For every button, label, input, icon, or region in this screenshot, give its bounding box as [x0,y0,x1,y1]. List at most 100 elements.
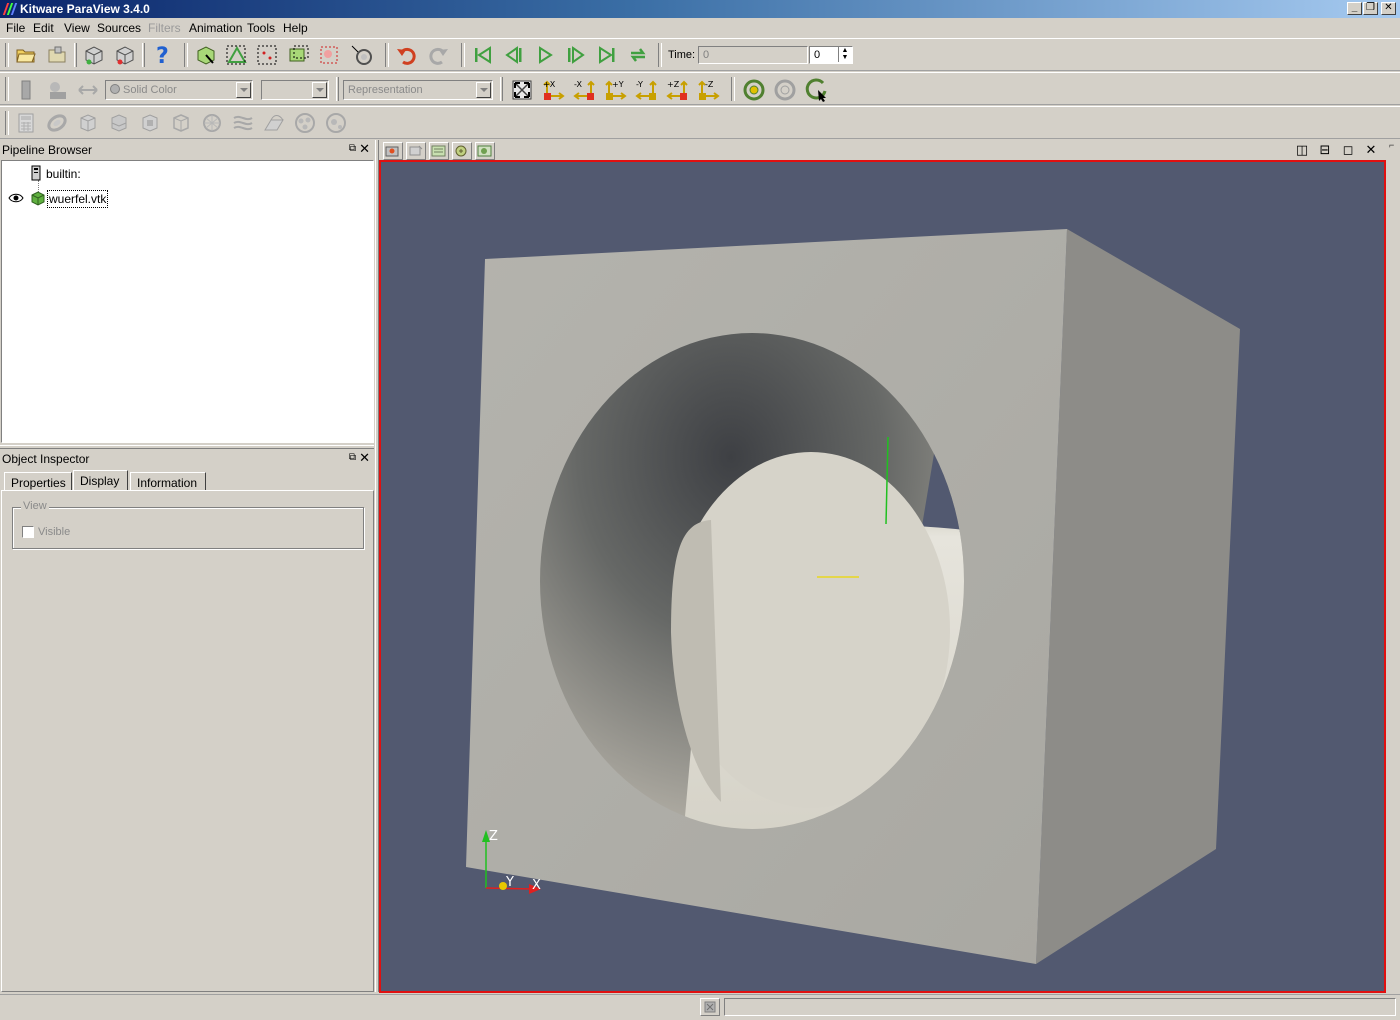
pipeline-item-label: wuerfel.vtk [47,190,109,208]
view-plus-z-icon[interactable]: +Z [665,78,689,102]
visible-checkbox[interactable] [22,526,34,538]
extract-level-icon[interactable] [324,111,348,135]
plus-z-label: +Z [667,80,680,89]
toggle-color-legend-icon[interactable] [14,78,38,102]
help-icon[interactable]: ? [150,43,174,67]
close-dock-icon[interactable]: ✕ [359,450,370,466]
pipeline-item-wuerfel[interactable]: wuerfel.vtk [6,190,206,208]
render-view-3d[interactable]: Z Y X [379,160,1386,993]
select-block-icon[interactable] [318,43,342,67]
close-window-button[interactable]: ✕ [1381,2,1396,15]
select-points-on-icon[interactable] [225,43,249,67]
first-frame-icon[interactable] [471,43,495,67]
connect-server-icon[interactable] [82,43,106,67]
group-datasets-icon[interactable] [293,111,317,135]
view-minus-z-icon[interactable]: -Z [696,78,720,102]
time-value-field[interactable]: 0 [698,46,808,64]
float-dock-icon[interactable]: ⧉ [349,452,356,463]
dataset-cube-icon [30,190,46,209]
menu-animation[interactable]: Animation [189,21,242,35]
camera-undo-icon[interactable] [406,142,426,160]
disconnect-server-icon[interactable] [113,43,137,67]
glyph-icon[interactable] [200,111,224,135]
eye-visibility-icon[interactable] [8,192,24,207]
undo-icon[interactable] [395,43,419,67]
close-dock-icon[interactable]: ✕ [359,141,370,157]
capture-screenshot-icon[interactable] [383,142,403,160]
svg-text:?: ? [156,44,169,66]
menu-file[interactable]: File [6,21,25,35]
dock-splitter[interactable] [0,445,374,449]
time-step-spinbox[interactable]: 0 ▲ ▼ [809,46,853,64]
maximize-view-icon[interactable]: ◻ [1337,142,1359,160]
extract-subset-icon[interactable] [169,111,193,135]
rescale-range-icon[interactable] [76,78,100,102]
representation-combo[interactable]: Representation [343,80,493,100]
progress-abort-button[interactable] [700,998,720,1016]
menu-filters[interactable]: Filters [148,21,181,35]
warp-by-vector-icon[interactable] [262,111,286,135]
object-inspector-header: Object Inspector ⧉ ✕ [0,450,374,467]
reset-center-icon[interactable] [773,78,797,102]
close-view-icon[interactable]: ✕ [1360,142,1382,160]
component-combo[interactable] [261,80,329,100]
show-center-icon[interactable] [742,78,766,102]
select-points-through-icon[interactable] [256,43,280,67]
camera-link-icon[interactable] [452,142,472,160]
view-plus-y-icon[interactable]: +Y [603,78,627,102]
open-file-icon[interactable] [14,43,38,67]
save-state-icon[interactable] [45,43,69,67]
tab-information[interactable]: Information [130,472,206,491]
spin-arrows-icon[interactable]: ▲ ▼ [838,47,851,62]
select-cells-on-icon[interactable] [194,43,218,67]
last-frame-icon[interactable] [595,43,619,67]
reset-camera-icon[interactable] [510,78,534,102]
custom-view-icon[interactable] [475,142,495,160]
redo-icon[interactable] [426,43,450,67]
interactive-select-icon[interactable] [350,43,374,67]
view-group-title: View [21,500,49,512]
select-cells-through-icon[interactable] [287,43,311,67]
calculator-icon[interactable] [14,111,38,135]
tab-display[interactable]: Display [73,470,128,491]
next-frame-icon[interactable] [564,43,588,67]
minimize-button[interactable]: _ [1347,2,1362,15]
status-bar [0,994,1400,1020]
view-minus-y-icon[interactable]: -Y [634,78,658,102]
restore-button[interactable]: ❐ [1363,2,1378,15]
axis-z-label: Z [489,829,498,844]
pipeline-item-label: builtin: [46,167,81,181]
slice-icon[interactable] [107,111,131,135]
menu-sources[interactable]: Sources [97,21,141,35]
split-vertical-icon[interactable]: ⊟ [1314,142,1336,160]
view-area-grip-icon[interactable]: ⌐ [1389,140,1394,150]
display-toolbar-row: Solid Color Representation +X -X +Y -Y +… [0,72,1400,105]
minus-z-label: -Z [705,80,714,89]
view-settings-icon[interactable] [429,142,449,160]
pick-center-icon[interactable] [804,78,828,102]
axis-x-label: X [532,878,541,893]
axis-y-label: Y [505,875,514,890]
object-inspector-title: Object Inspector [2,452,90,466]
pipeline-tree[interactable]: builtin: wuerfel.vtk [1,160,374,443]
menu-view[interactable]: View [64,21,90,35]
stream-tracer-icon[interactable] [231,111,255,135]
menu-edit[interactable]: Edit [33,21,54,35]
split-horizontal-icon[interactable]: ◫ [1291,142,1313,160]
loop-icon[interactable] [626,43,650,67]
contour-icon[interactable] [45,111,69,135]
color-by-combo[interactable]: Solid Color [105,80,253,100]
view-plus-x-icon[interactable]: +X [541,78,565,102]
edit-color-map-icon[interactable] [45,78,69,102]
clip-icon[interactable] [76,111,100,135]
menu-tools[interactable]: Tools [247,21,275,35]
float-dock-icon[interactable]: ⧉ [349,143,356,154]
play-icon[interactable] [533,43,557,67]
menu-help[interactable]: Help [283,21,308,35]
previous-frame-icon[interactable] [502,43,526,67]
threshold-icon[interactable] [138,111,162,135]
minus-x-label: -X [574,80,582,89]
view-minus-x-icon[interactable]: -X [572,78,596,102]
tab-properties[interactable]: Properties [4,472,72,491]
paraview-logo-icon [2,3,18,15]
